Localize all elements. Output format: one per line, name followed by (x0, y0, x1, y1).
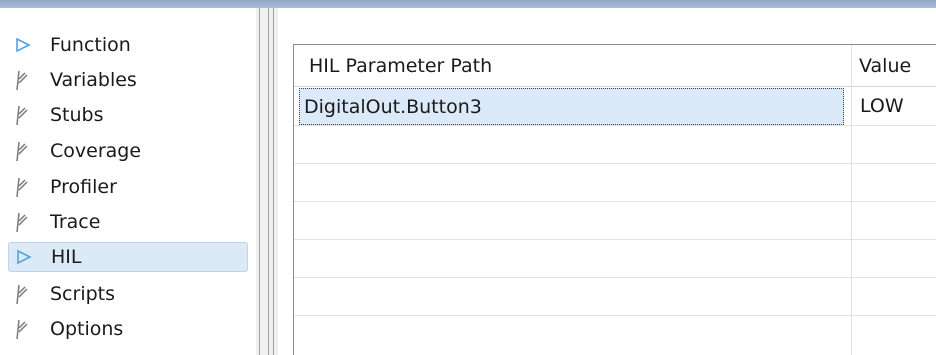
table-row[interactable] (294, 126, 936, 164)
column-header-path[interactable]: HIL Parameter Path (309, 45, 849, 87)
pen-icon (8, 103, 38, 127)
column-header-value[interactable]: Value (859, 45, 936, 87)
sidebar-item-label: Profiler (50, 176, 117, 198)
sidebar-item-label: Options (50, 318, 124, 340)
splitter-line (268, 8, 269, 355)
play-arrow-icon (9, 245, 39, 269)
path-cell[interactable] (303, 164, 844, 201)
table-row[interactable]: DigitalOut.Button3 LOW (294, 88, 936, 126)
sidebar-item-function[interactable]: Function (8, 30, 248, 60)
pen-icon (8, 210, 38, 234)
sidebar-item-label: Trace (50, 211, 101, 233)
path-cell[interactable] (303, 278, 844, 315)
splitter-line (259, 8, 260, 355)
sidebar-item-label: Variables (50, 69, 137, 91)
sidebar-item-label: Function (50, 34, 131, 56)
sidebar-item-label: Coverage (50, 140, 142, 162)
splitter-line (273, 8, 274, 355)
value-cell[interactable] (860, 240, 936, 277)
value-cell[interactable] (860, 126, 936, 163)
value-cell[interactable] (860, 202, 936, 239)
sidebar-item-variables[interactable]: Variables (8, 65, 248, 95)
value-cell[interactable] (860, 278, 936, 315)
table-header: HIL Parameter Path Value (294, 45, 936, 87)
table-row[interactable] (294, 278, 936, 316)
sidebar-item-hil[interactable]: HIL (8, 242, 248, 272)
panel-splitter[interactable] (256, 8, 278, 355)
sidebar-item-stubs[interactable]: Stubs (8, 100, 248, 130)
pen-icon (8, 175, 38, 199)
sidebar-item-scripts[interactable]: Scripts (8, 279, 248, 309)
value-cell[interactable]: LOW (860, 88, 936, 125)
path-cell[interactable] (303, 240, 844, 277)
sidebar-item-coverage[interactable]: Coverage (8, 136, 248, 166)
hil-parameter-table: HIL Parameter Path Value DigitalOut.Butt… (293, 44, 936, 355)
sidebar-item-options[interactable]: Options (8, 314, 248, 344)
value-cell[interactable] (860, 164, 936, 201)
sidebar-item-label: Stubs (50, 104, 104, 126)
pen-icon (8, 139, 38, 163)
sidebar-item-profiler[interactable]: Profiler (8, 172, 248, 202)
play-arrow-icon (8, 33, 38, 57)
path-cell[interactable]: DigitalOut.Button3 (299, 88, 844, 125)
pen-icon (8, 68, 38, 92)
sidebar: Function Variables Stubs Coverage Profil… (0, 8, 256, 355)
table-row[interactable] (294, 240, 936, 278)
path-cell[interactable] (303, 126, 844, 163)
table-row[interactable] (294, 202, 936, 240)
pen-icon (8, 282, 38, 306)
sidebar-item-trace[interactable]: Trace (8, 207, 248, 237)
path-cell[interactable] (303, 202, 844, 239)
pen-icon (8, 317, 38, 341)
table-row[interactable] (294, 164, 936, 202)
sidebar-item-label: Scripts (50, 283, 116, 305)
sidebar-item-label: HIL (51, 246, 82, 268)
window-top-bar (0, 0, 936, 8)
